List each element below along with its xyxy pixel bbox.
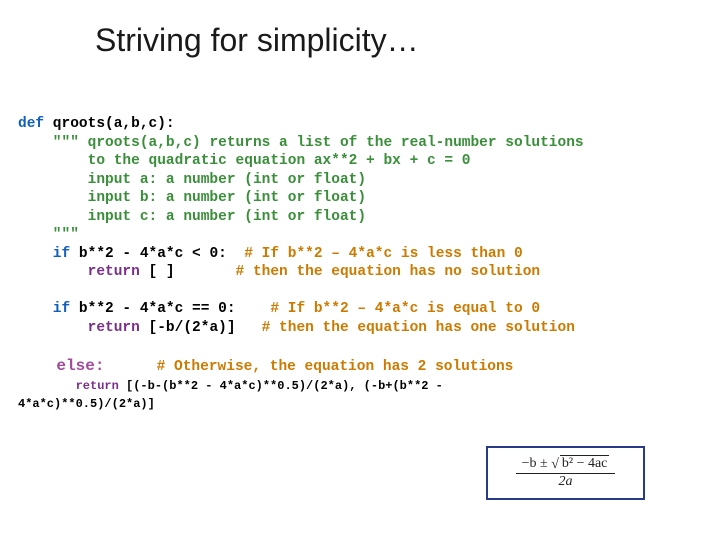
quadratic-formula: −b ± b² − 4ac 2a [516, 457, 616, 489]
comment-2b: # then the equation has one solution [236, 320, 575, 336]
docstring-open: """ [18, 135, 79, 151]
keyword-else: else: [18, 357, 104, 375]
docstring-l1: qroots(a,b,c) returns a list of the real… [79, 135, 584, 151]
return-val-2: [-b/(2*a)] [140, 320, 236, 336]
comment-else: # Otherwise, the equation has 2 solution… [104, 359, 513, 375]
return-val-3b: 4*a*c)**0.5)/(2*a)] [18, 397, 155, 411]
docstring-l2: to the quadratic equation ax**2 + bx + c… [18, 153, 470, 169]
docstring-l4: input b: a number (int or float) [18, 190, 366, 206]
return-val-1: [ ] [140, 264, 175, 280]
docstring-l5: input c: a number (int or float) [18, 209, 366, 225]
keyword-return-1: return [18, 264, 140, 280]
formula-radicand: b² − 4ac [560, 455, 610, 471]
keyword-return-3: return [18, 379, 119, 393]
comment-1a: # If b**2 – 4*a*c is less than 0 [227, 246, 523, 262]
keyword-return-2: return [18, 320, 140, 336]
keyword-def: def [18, 116, 44, 132]
comment-1b: # then the equation has no solution [175, 264, 540, 280]
sqrt-icon: b² − 4ac [551, 457, 609, 471]
cond-2: b**2 - 4*a*c == 0: [70, 301, 235, 317]
code-block: def qroots(a,b,c): """ qroots(a,b,c) ret… [18, 115, 702, 414]
formula-denominator: 2a [516, 474, 616, 489]
comment-2a: # If b**2 – 4*a*c is equal to 0 [236, 301, 541, 317]
formula-num-prefix: −b ± [522, 456, 552, 471]
slide-title: Striving for simplicity… [95, 22, 419, 59]
docstring-l3: input a: a number (int or float) [18, 172, 366, 188]
keyword-if-2: if [18, 301, 70, 317]
return-val-3a: [(-b-(b**2 - 4*a*c)**0.5)/(2*a), (-b+(b*… [119, 379, 450, 393]
keyword-if-1: if [18, 246, 70, 262]
cond-1: b**2 - 4*a*c < 0: [70, 246, 227, 262]
func-sig: qroots(a,b,c): [44, 116, 175, 132]
quadratic-formula-box: −b ± b² − 4ac 2a [486, 446, 645, 500]
docstring-close: """ [18, 227, 79, 243]
